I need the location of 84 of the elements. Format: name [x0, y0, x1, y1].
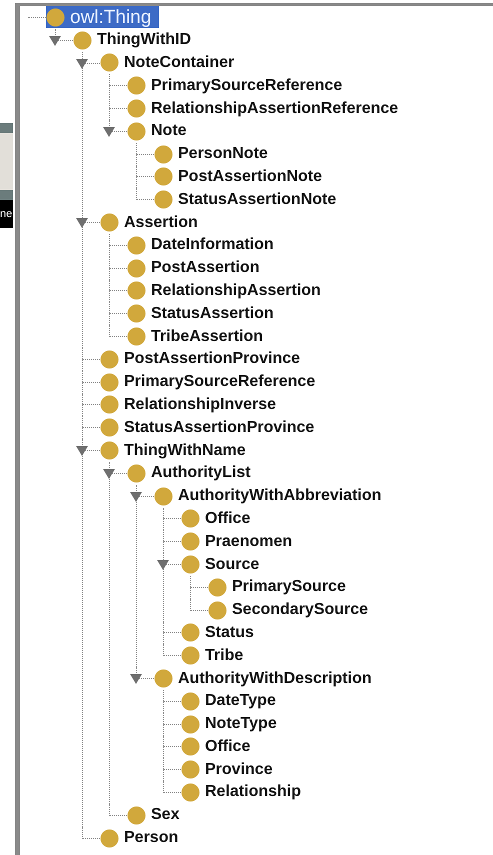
tree-node[interactable]: TribeAssertion	[127, 326, 272, 348]
tree-node[interactable]: PostAssertionNote	[154, 166, 330, 188]
class-circle-icon	[154, 144, 173, 164]
class-circle-icon	[100, 213, 119, 232]
tree-node[interactable]: StatusAssertion	[127, 302, 282, 325]
tree-node[interactable]: RelationshipAssertionReference	[127, 98, 406, 120]
class-circle-icon	[100, 372, 119, 392]
class-circle-icon	[127, 236, 146, 255]
class-circle-icon	[100, 828, 119, 848]
class-circle-icon	[100, 441, 119, 460]
tree-node[interactable]: RelationshipInverse	[100, 394, 284, 416]
tree-node[interactable]: NoteContainer	[100, 52, 242, 74]
expand-caret-icon[interactable]	[76, 446, 88, 456]
class-circle-icon	[127, 99, 146, 118]
expand-caret-icon[interactable]	[49, 36, 61, 46]
tree-node[interactable]: Province	[181, 758, 281, 781]
tree-node[interactable]: Person	[100, 827, 186, 850]
expand-caret-icon[interactable]	[103, 468, 115, 479]
fragment-text: ne	[0, 208, 12, 220]
class-circle-icon	[181, 555, 200, 574]
tree-node[interactable]: PrimarySourceReference	[127, 74, 350, 97]
class-circle-icon	[154, 669, 173, 688]
expand-caret-icon[interactable]	[130, 492, 142, 502]
tree-node[interactable]: AuthorityList	[127, 462, 259, 484]
tree-node[interactable]: DateType	[181, 690, 284, 712]
class-circle-icon	[154, 190, 173, 210]
class-circle-icon	[181, 760, 200, 780]
tree-node[interactable]: RelationshipAssertion	[127, 280, 329, 302]
class-circle-icon	[46, 8, 65, 27]
class-circle-icon	[100, 350, 119, 369]
class-circle-icon	[127, 76, 146, 96]
expand-caret-icon[interactable]	[76, 58, 88, 68]
tree-node[interactable]: StatusAssertionProvince	[100, 416, 322, 439]
class-circle-icon	[127, 464, 146, 483]
tree-node[interactable]: owl:Thing	[46, 6, 160, 28]
class-circle-icon	[181, 623, 200, 642]
tree-node[interactable]: Office	[181, 508, 258, 530]
class-circle-icon	[100, 395, 119, 414]
class-circle-icon	[127, 806, 146, 825]
tree-node[interactable]: Tribe	[181, 644, 252, 667]
tree-node[interactable]: SecondarySource	[208, 599, 376, 622]
class-circle-icon	[208, 578, 227, 597]
tree-node[interactable]: DateInformation	[127, 234, 282, 256]
tree-node[interactable]: PostAssertion	[127, 257, 268, 280]
tree-node[interactable]: Office	[181, 736, 258, 758]
tree-node[interactable]: StatusAssertionNote	[154, 188, 344, 211]
class-circle-icon	[181, 509, 200, 528]
expand-caret-icon[interactable]	[157, 560, 169, 570]
class-circle-icon	[154, 167, 173, 186]
tree-node[interactable]: AuthorityWithDescription	[154, 668, 380, 690]
class-circle-icon	[181, 714, 200, 734]
class-circle-icon	[154, 486, 173, 506]
expand-caret-icon[interactable]	[76, 218, 88, 228]
tree-node[interactable]: ThingWithID	[73, 29, 200, 52]
tree-node[interactable]: Assertion	[100, 212, 206, 234]
class-circle-icon	[127, 304, 146, 324]
tree-node[interactable]: PersonNote	[154, 143, 276, 166]
class-circle-icon	[73, 30, 92, 50]
tree-node[interactable]: Source	[181, 554, 268, 576]
class-circle-icon	[127, 258, 146, 278]
class-circle-icon	[208, 600, 227, 620]
tree-node[interactable]: Note	[127, 120, 195, 142]
class-circle-icon	[127, 122, 146, 141]
class-circle-icon	[181, 782, 200, 802]
class-circle-icon	[127, 327, 146, 346]
class-circle-icon	[127, 281, 146, 300]
tree-node[interactable]: Status	[181, 622, 262, 644]
class-circle-icon	[100, 418, 119, 438]
tree-node[interactable]: Praenomen	[181, 530, 300, 553]
class-circle-icon	[181, 692, 200, 711]
tree-node[interactable]: Sex	[127, 804, 188, 826]
expand-caret-icon[interactable]	[103, 126, 115, 137]
tree-node[interactable]: ThingWithName	[100, 440, 254, 462]
tree-node[interactable]: Relationship	[181, 781, 310, 804]
tree-node[interactable]: AuthorityWithAbbreviation	[154, 485, 390, 508]
tree-node[interactable]: PrimarySourceReference	[100, 371, 324, 394]
class-circle-icon	[181, 646, 200, 666]
class-circle-icon	[181, 737, 200, 756]
expand-caret-icon[interactable]	[130, 674, 142, 684]
tree-node[interactable]: PrimarySource	[208, 576, 354, 598]
tree-node[interactable]: NoteType	[181, 713, 285, 736]
class-circle-icon	[100, 53, 119, 72]
tree-node[interactable]: PostAssertionProvince	[100, 348, 308, 370]
class-circle-icon	[181, 532, 200, 552]
